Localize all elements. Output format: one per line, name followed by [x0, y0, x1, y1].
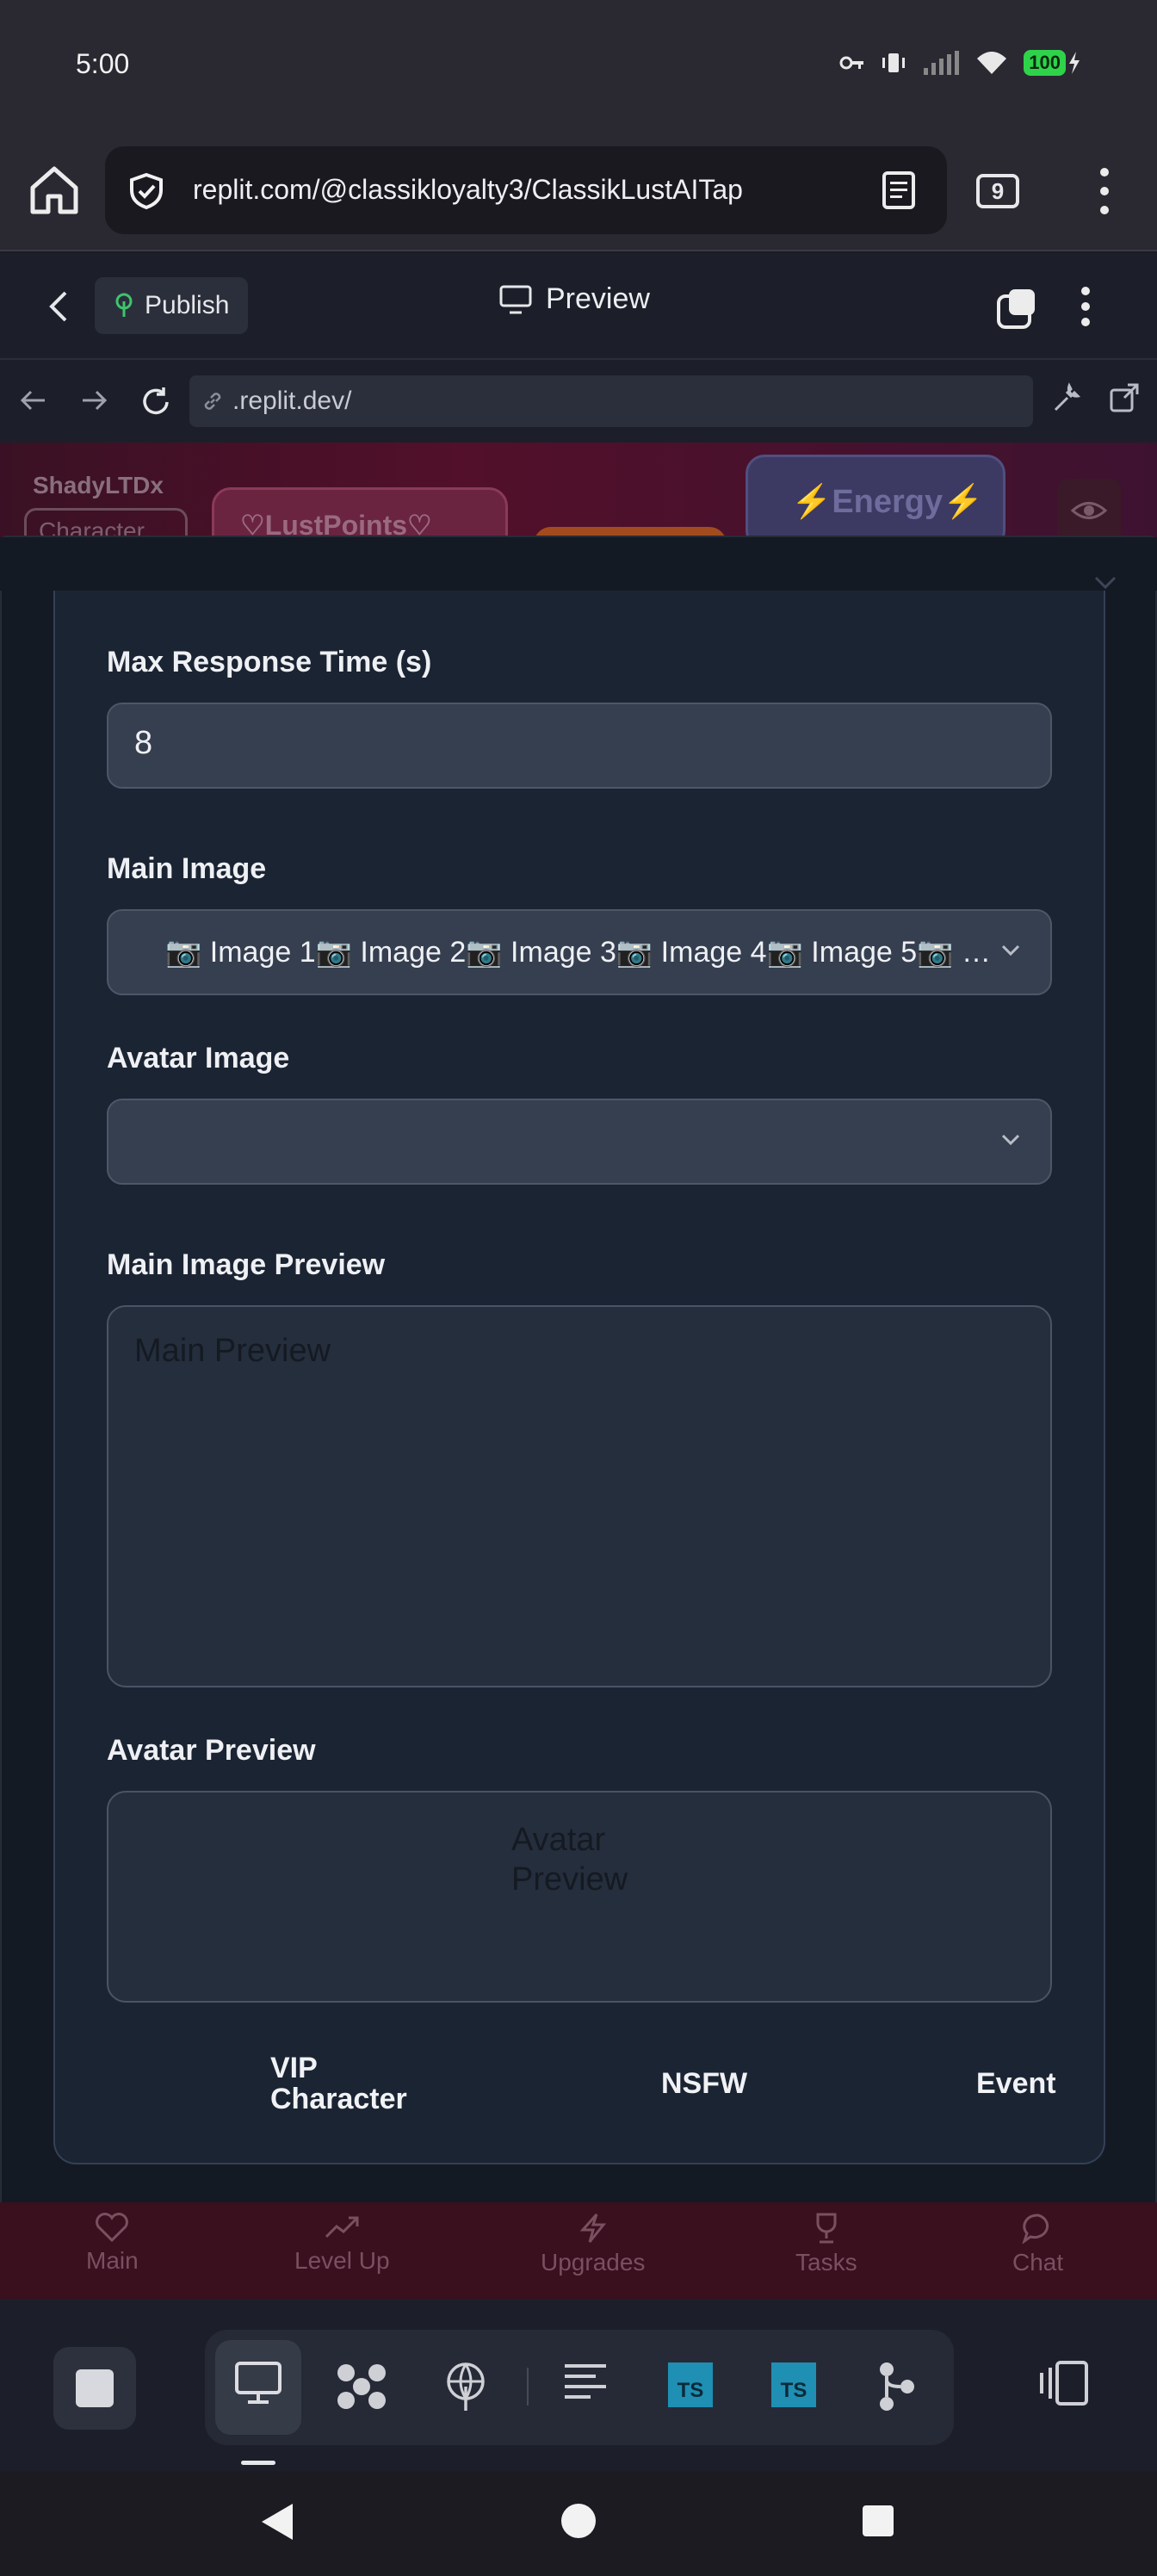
stop-icon	[76, 2369, 114, 2407]
nav-main-label: Main	[86, 2247, 139, 2274]
main-image-label: Main Image	[107, 852, 267, 885]
publish-icon	[115, 293, 133, 317]
vpn-key-icon	[839, 56, 864, 70]
monitor-icon	[499, 285, 532, 313]
response-time-label: Max Response Time (s)	[107, 646, 432, 678]
avatar-preview-label: Avatar Preview	[107, 1734, 316, 1767]
preview-monitor-icon[interactable]	[234, 2361, 282, 2406]
reload-icon[interactable]	[139, 386, 172, 418]
vibrate-icon	[882, 53, 906, 72]
chevron-down-icon	[1001, 1134, 1020, 1146]
avatar-preview-line2: Preview	[511, 1861, 628, 1898]
preview-label: Preview	[546, 282, 650, 315]
publish-label: Publish	[145, 291, 230, 319]
eye-icon	[1070, 502, 1108, 519]
nav-home-icon[interactable]	[560, 2502, 597, 2540]
address-bar[interactable]: replit.com/@classikloyalty3/ClassikLustA…	[105, 146, 947, 234]
modal-topbar	[0, 537, 1157, 591]
toolbar-divider	[527, 2368, 529, 2406]
avatar-image-preview: Avatar Preview	[107, 1791, 1052, 2003]
nav-level-up[interactable]: Level Up	[294, 2213, 390, 2275]
split-panel-icon[interactable]	[1038, 2361, 1090, 2406]
heart-icon	[96, 2213, 129, 2242]
vip-label-line2: Character	[270, 2083, 407, 2115]
typescript-file-icon-2[interactable]: TS	[771, 2362, 816, 2407]
replit-header: Publish Preview	[0, 253, 1157, 360]
nav-upgrades[interactable]: Upgrades	[541, 2213, 645, 2276]
browser-menu-icon[interactable]	[1092, 165, 1117, 217]
avatar-image-select[interactable]	[107, 1099, 1052, 1185]
trophy-icon	[816, 2213, 837, 2244]
preview-url-field[interactable]: .replit.dev/	[189, 375, 1033, 427]
username: ShadyLTDx	[33, 472, 164, 498]
multi-window-icon[interactable]	[995, 288, 1038, 331]
main-image-preview: Main Preview	[107, 1305, 1052, 1687]
nav-tasks-label: Tasks	[795, 2249, 857, 2276]
reader-mode-icon[interactable]	[882, 170, 916, 210]
nav-level-up-label: Level Up	[294, 2247, 390, 2274]
preview-tab-title: Preview	[499, 282, 650, 316]
link-icon	[204, 393, 221, 410]
shield-check-icon	[130, 172, 163, 210]
publish-button[interactable]: Publish	[95, 277, 249, 334]
text-align-icon[interactable]	[563, 2361, 608, 2399]
git-branch-icon[interactable]	[875, 2361, 918, 2412]
lightning-icon	[579, 2214, 606, 2243]
battery-icon: 100	[1024, 50, 1081, 76]
nav-tasks[interactable]: Tasks	[795, 2213, 857, 2276]
charging-bolt-icon	[1069, 52, 1080, 74]
typescript-file-icon[interactable]: TS	[668, 2362, 713, 2407]
home-icon[interactable]	[26, 162, 83, 219]
android-navigation-bar	[0, 2471, 1157, 2576]
forward-arrow-icon[interactable]	[79, 386, 108, 415]
vip-label-line1: VIP	[270, 2052, 318, 2084]
back-chevron-icon[interactable]	[48, 289, 69, 324]
devtools-wrench-icon[interactable]	[1052, 382, 1083, 413]
avatar-preview-placeholder: Avatar Preview	[511, 1820, 628, 1899]
nav-back-icon[interactable]	[258, 2500, 296, 2543]
back-arrow-icon[interactable]	[19, 386, 48, 415]
nav-main[interactable]: Main	[86, 2213, 139, 2275]
url-text: replit.com/@classikloyalty3/ClassikLustA…	[193, 174, 743, 205]
nav-chat[interactable]: Chat	[1012, 2213, 1063, 2276]
active-tab-indicator	[241, 2461, 275, 2465]
wifi-icon	[977, 52, 1007, 74]
response-time-input[interactable]: 8	[107, 703, 1052, 789]
nav-recents-icon[interactable]	[861, 2504, 895, 2538]
stop-button[interactable]	[53, 2347, 136, 2430]
status-bar: 5:00 100	[0, 0, 1157, 129]
main-preview-placeholder: Main Preview	[134, 1333, 331, 1369]
tab-count-button[interactable]: 9	[976, 174, 1019, 208]
vip-character-toggle[interactable]: VIP Character	[270, 2053, 407, 2115]
deploy-globe-icon[interactable]	[442, 2361, 489, 2412]
nav-upgrades-label: Upgrades	[541, 2249, 646, 2276]
signal-icon	[924, 51, 960, 75]
preview-url-text: .replit.dev/	[232, 387, 352, 415]
nav-chat-label: Chat	[1012, 2249, 1064, 2276]
main-image-selected: 📷 Image 1📷 Image 2📷 Image 3📷 Image 4📷 Im…	[165, 936, 992, 969]
avatar-preview-line1: Avatar	[511, 1822, 606, 1858]
chevron-down-icon[interactable]	[1093, 575, 1117, 591]
status-icons: 100	[839, 50, 1081, 76]
status-time: 5:00	[76, 48, 130, 79]
chevron-down-icon	[1001, 944, 1020, 957]
more-options-icon[interactable]	[1080, 286, 1092, 327]
preview-navigation-bar: .replit.dev/	[0, 360, 1157, 443]
agent-swirl-icon[interactable]	[334, 2361, 389, 2412]
main-image-select[interactable]: 📷 Image 1📷 Image 2📷 Image 3📷 Image 4📷 Im…	[107, 909, 1052, 995]
chat-bubble-icon	[1021, 2214, 1049, 2244]
open-external-icon[interactable]	[1109, 382, 1140, 413]
trending-up-icon	[325, 2216, 359, 2239]
main-preview-label: Main Image Preview	[107, 1248, 386, 1281]
browser-toolbar: replit.com/@classikloyalty3/ClassikLustA…	[0, 129, 1157, 251]
avatar-image-label: Avatar Image	[107, 1042, 290, 1074]
visibility-toggle[interactable]	[1057, 479, 1121, 542]
nsfw-toggle[interactable]: NSFW	[661, 2068, 747, 2099]
battery-level: 100	[1024, 50, 1066, 76]
event-toggle[interactable]: Event	[976, 2068, 1056, 2099]
